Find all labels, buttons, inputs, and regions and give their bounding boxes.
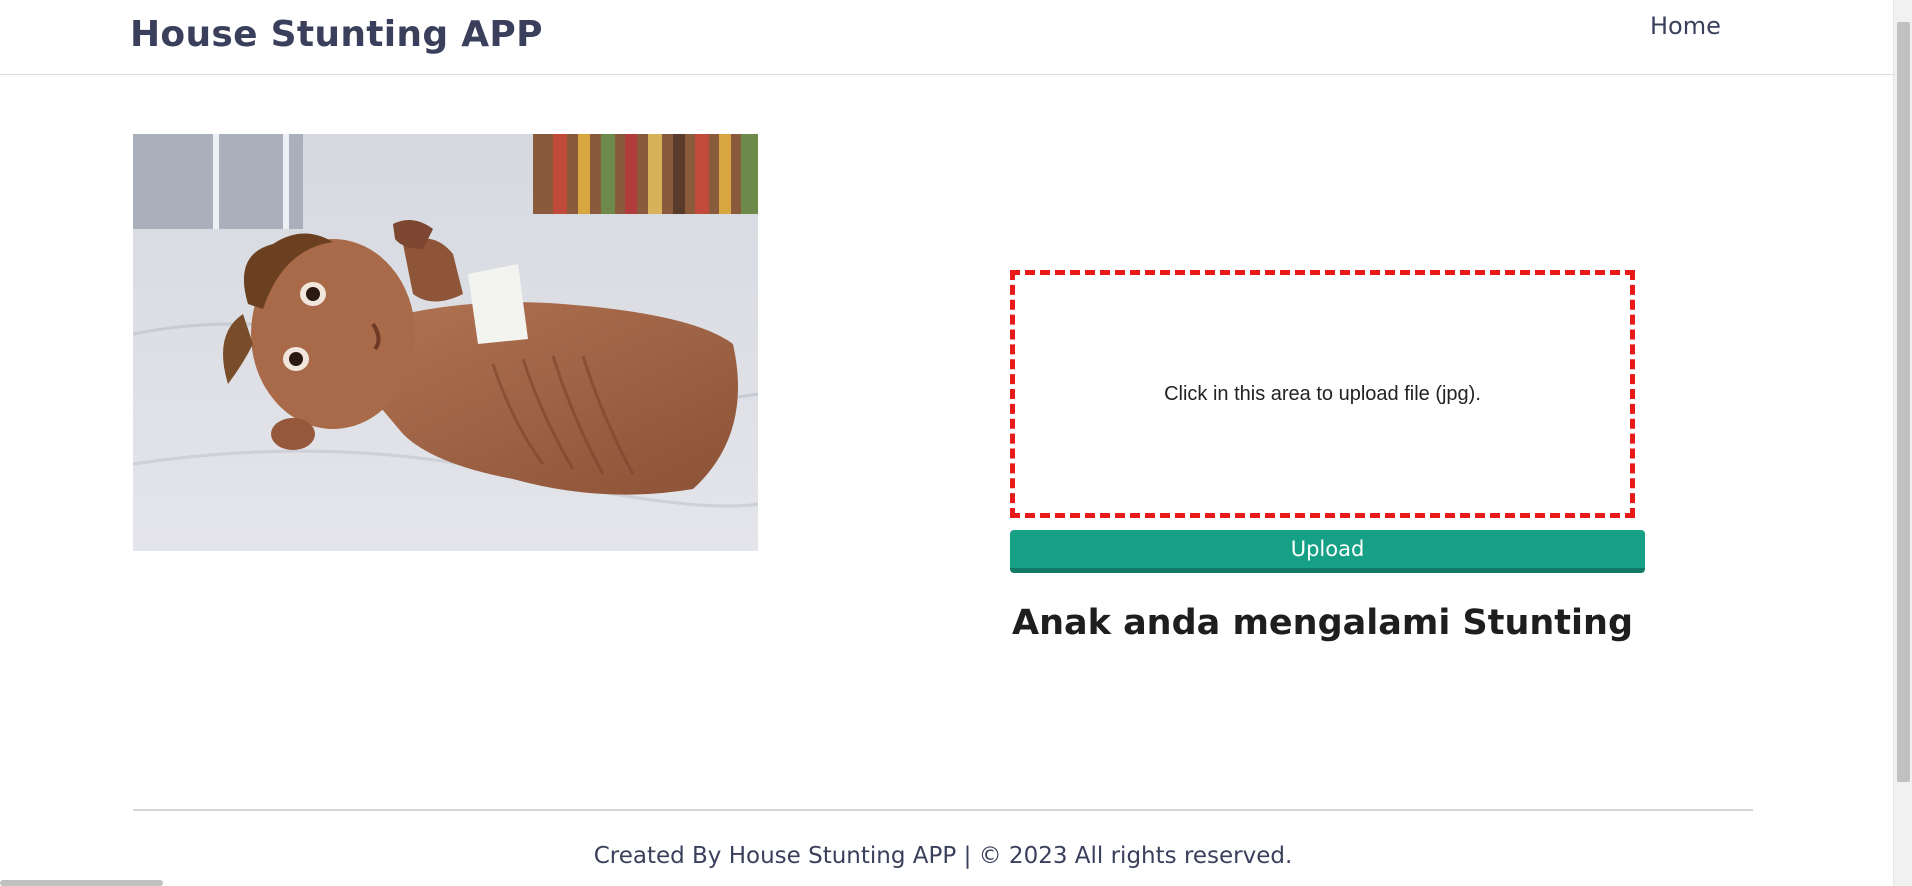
dropzone-instruction: Click in this area to upload file (jpg). xyxy=(1164,382,1481,405)
upload-button[interactable]: Upload xyxy=(1010,530,1645,573)
footer-copyright: Created By House Stunting APP | © 2023 A… xyxy=(593,843,1293,869)
vertical-scrollbar-thumb[interactable] xyxy=(1897,22,1910,782)
file-upload-dropzone[interactable]: Click in this area to upload file (jpg). xyxy=(1010,270,1635,518)
prediction-result: Anak anda mengalami Stunting xyxy=(1011,603,1633,643)
brand-title[interactable]: House Stunting APP xyxy=(130,14,543,55)
vertical-scrollbar[interactable] xyxy=(1893,0,1912,886)
child-photo xyxy=(133,134,758,551)
horizontal-scrollbar-thumb[interactable] xyxy=(0,880,163,886)
nav-link-home[interactable]: Home xyxy=(1650,12,1721,40)
navbar: House Stunting APP Home xyxy=(0,0,1893,75)
footer-divider xyxy=(133,809,1753,811)
